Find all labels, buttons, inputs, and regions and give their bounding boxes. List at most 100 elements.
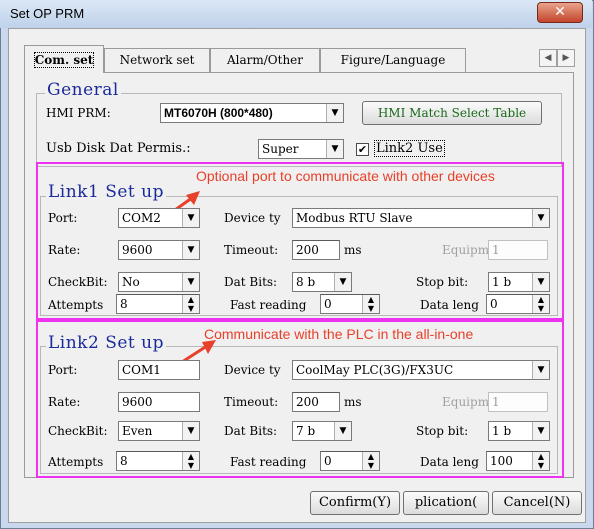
cancel-button[interactable]: Cancel(N) [492, 491, 582, 515]
spin-up-icon[interactable]: ▲ [368, 295, 374, 304]
link1-checkbit-label: CheckBit: [48, 275, 108, 289]
spin-up-icon[interactable]: ▲ [538, 452, 544, 461]
link1-fast-reading-label: Fast reading [230, 298, 307, 312]
link2-timeout-input[interactable]: 200 [292, 392, 340, 412]
link2-title: Link2 Set up [46, 333, 166, 353]
link1-stopbit-label: Stop bit: [416, 275, 469, 289]
link1-datbits-label: Dat Bits: [224, 275, 278, 289]
link2-device-value: CoolMay PLC(3G)/FX3UC [296, 363, 454, 377]
link2-equipment-input[interactable]: 1 [488, 392, 548, 412]
link1-stopbit-value: 1 b [492, 275, 512, 289]
link2-use-checkbox[interactable]: ✔ [356, 143, 369, 156]
link2-rate-label: Rate: [48, 395, 81, 409]
link2-stopbit-label: Stop bit: [416, 424, 469, 438]
link2-fast-reading-label: Fast reading [230, 455, 307, 469]
tab-alarm-other[interactable]: Alarm/Other [210, 48, 320, 72]
link1-port-value: COM2 [122, 211, 161, 225]
link1-rate-value: 9600 [122, 243, 153, 257]
chevron-down-icon[interactable]: ▼ [334, 422, 351, 440]
chevron-down-icon[interactable]: ▼ [532, 273, 549, 291]
link2-checkbit-value: Even [122, 424, 153, 438]
tab-com-set[interactable]: Com. set [24, 45, 104, 73]
spin-down-icon[interactable]: ▼ [188, 304, 194, 313]
link1-port-label: Port: [48, 211, 78, 225]
spinner-icon[interactable]: ▲ ▼ [532, 452, 549, 470]
spin-up-icon[interactable]: ▲ [538, 295, 544, 304]
spinner-icon[interactable]: ▲ ▼ [182, 295, 199, 313]
link1-device-value: Modbus RTU Slave [296, 211, 413, 225]
link1-data-length-label: Data leng [420, 298, 479, 312]
chevron-down-icon[interactable]: ▼ [182, 241, 199, 259]
chevron-down-icon[interactable]: ▼ [334, 273, 351, 291]
link1-device-label: Device ty [224, 211, 281, 225]
link2-datbits-value: 7 b [296, 424, 316, 438]
chevron-down-icon[interactable]: ▼ [182, 273, 199, 291]
link1-title: Link1 Set up [46, 182, 166, 202]
hmi-prm-label: HMI PRM: [46, 106, 111, 120]
link2-attempts-label: Attempts [48, 455, 104, 469]
link1-annotation: Optional port to communicate with other … [196, 168, 495, 184]
hmi-model-value: MT6070H (800*480) [164, 106, 273, 120]
close-button[interactable]: ✕ [537, 2, 583, 23]
usb-permission-value: Super [262, 142, 299, 156]
spin-down-icon[interactable]: ▼ [538, 304, 544, 313]
spin-up-icon[interactable]: ▲ [188, 452, 194, 461]
hmi-match-select-button[interactable]: HMI Match Select Table [362, 101, 542, 125]
tab-scroll-left-icon[interactable]: ◀ [539, 49, 557, 67]
link1-device-select[interactable]: Modbus RTU Slave [292, 208, 550, 228]
chevron-down-icon[interactable]: ▼ [182, 209, 199, 227]
tab-com-set-label: Com. set [33, 52, 95, 68]
chevron-down-icon[interactable]: ▼ [326, 104, 343, 122]
link2-datbits-label: Dat Bits: [224, 424, 278, 438]
link1-checkbit-value: No [122, 275, 140, 289]
link2-timeout-unit: ms [344, 395, 362, 409]
tab-figure-language[interactable]: Figure/Language [320, 48, 466, 72]
link1-timeout-label: Timeout: [224, 243, 279, 257]
check-icon: ✔ [357, 143, 368, 156]
spin-down-icon[interactable]: ▼ [188, 461, 194, 470]
link2-port-select[interactable]: COM1 [118, 360, 200, 380]
link2-rate-select[interactable]: 9600 [118, 392, 200, 412]
spin-down-icon[interactable]: ▼ [538, 461, 544, 470]
link1-equipment-input[interactable]: 1 [488, 240, 548, 260]
link2-use-label: Link2 Use [374, 140, 445, 157]
link2-stopbit-value: 1 b [492, 424, 512, 438]
general-title: General [45, 80, 121, 100]
link2-checkbit-label: CheckBit: [48, 424, 108, 438]
link2-rate-value: 9600 [122, 395, 153, 409]
link1-timeout-unit: ms [344, 243, 362, 257]
spin-down-icon[interactable]: ▼ [368, 461, 374, 470]
usb-permission-label: Usb Disk Dat Permis.: [46, 141, 191, 156]
spin-up-icon[interactable]: ▲ [368, 452, 374, 461]
spin-up-icon[interactable]: ▲ [188, 295, 194, 304]
spinner-icon[interactable]: ▲ ▼ [362, 452, 379, 470]
chevron-down-icon[interactable]: ▼ [532, 422, 549, 440]
application-button[interactable]: plication( [403, 491, 489, 515]
link2-data-length-label: Data leng [420, 455, 479, 469]
spin-down-icon[interactable]: ▼ [368, 304, 374, 313]
chevron-down-icon[interactable]: ▼ [532, 361, 549, 379]
link2-annotation: Communicate with the PLC in the all-in-o… [204, 326, 474, 342]
link1-datbits-value: 8 b [296, 275, 316, 289]
spinner-icon[interactable]: ▲ ▼ [532, 295, 549, 313]
link2-device-label: Device ty [224, 363, 281, 377]
spinner-icon[interactable]: ▲ ▼ [182, 452, 199, 470]
confirm-button[interactable]: Confirm(Y) [310, 491, 400, 515]
title-bar[interactable] [0, 0, 592, 28]
close-icon: ✕ [554, 4, 566, 20]
hmi-model-select[interactable]: MT6070H (800*480) [160, 103, 344, 123]
spinner-icon[interactable]: ▲ ▼ [362, 295, 379, 313]
tab-network-set[interactable]: Network set [104, 48, 210, 72]
chevron-down-icon[interactable]: ▼ [326, 140, 343, 158]
chevron-down-icon[interactable]: ▼ [532, 209, 549, 227]
tab-scroll-right-icon[interactable]: ▶ [557, 49, 575, 67]
link1-attempts-label: Attempts [48, 298, 104, 312]
window-title: Set OP PRM [10, 6, 85, 21]
link1-rate-label: Rate: [48, 243, 81, 257]
link2-port-value: COM1 [122, 363, 161, 377]
link2-device-select[interactable]: CoolMay PLC(3G)/FX3UC [292, 360, 550, 380]
chevron-down-icon[interactable]: ▼ [182, 422, 199, 440]
link2-timeout-label: Timeout: [224, 395, 279, 409]
link1-timeout-input[interactable]: 200 [292, 240, 340, 260]
link2-port-label: Port: [48, 363, 78, 377]
